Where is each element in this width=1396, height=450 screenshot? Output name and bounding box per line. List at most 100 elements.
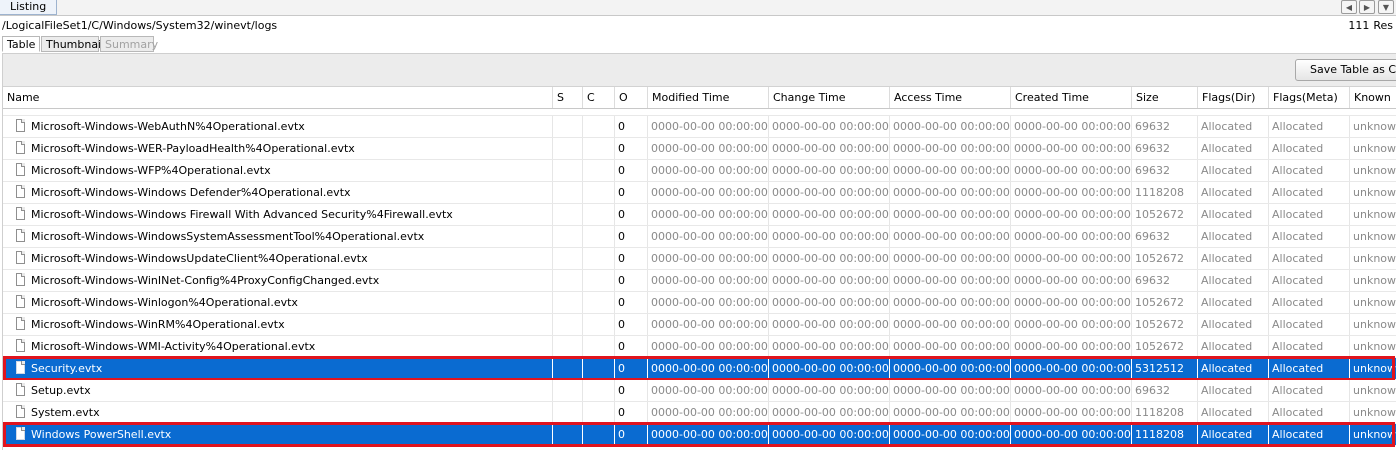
table-row[interactable]: Microsoft-Windows-Winlogon%4Operational.…	[3, 292, 1396, 314]
column-header-flags-dir[interactable]: Flags(Dir)	[1198, 87, 1269, 108]
cell-access-time: 0000-00-00 00:00:00	[890, 336, 1011, 357]
cell-c	[583, 424, 615, 445]
column-header-s[interactable]: S	[553, 87, 583, 108]
cell-known: unknown	[1350, 116, 1396, 137]
cell-flags-meta: Allocated	[1269, 358, 1350, 379]
cell-created-time: 0000-00-00 00:00:00	[1011, 160, 1132, 181]
results-count-number: 111	[1348, 19, 1370, 32]
results-count: 111 Res	[1348, 19, 1393, 32]
column-header-o[interactable]: O	[615, 87, 648, 108]
chevron-left-icon[interactable]: ◀	[1341, 0, 1357, 14]
cell-access-time: 0000-00-00 00:00:00	[890, 292, 1011, 313]
table-row[interactable]: Windows PowerShell.evtx 0 0000-00-00 00:00…	[3, 424, 1396, 446]
cell-c	[583, 138, 615, 159]
cell-known: unknown	[1350, 314, 1396, 335]
cell-created-time: 0000-00-00 00:00:00	[1011, 292, 1132, 313]
column-header-change-time[interactable]: Change Time	[769, 87, 890, 108]
cell-s	[553, 138, 583, 159]
column-header-created-time[interactable]: Created Time	[1011, 87, 1132, 108]
table-body[interactable]: Microsoft-Windows-WebAuthN%4Operational.…	[3, 109, 1396, 450]
save-table-csv-button[interactable]: Save Table as CSV	[1295, 59, 1396, 81]
cell-flags-dir: Allocated	[1198, 270, 1269, 291]
file-icon	[16, 339, 25, 352]
column-header-c[interactable]: C	[583, 87, 615, 108]
cell-size: 1052672	[1132, 314, 1198, 335]
cell-access-time: 0000-00-00 00:00:00	[890, 160, 1011, 181]
column-header-modified-time[interactable]: Modified Time	[648, 87, 769, 108]
listing-tab[interactable]: Listing	[0, 0, 58, 15]
cell-known: unknown	[1350, 248, 1396, 269]
tab-table[interactable]: Table	[2, 36, 40, 52]
cell-s	[553, 292, 583, 313]
cell-c	[583, 292, 615, 313]
cell-name: Setup.evtx	[3, 380, 553, 401]
cell-flags-dir: Allocated	[1198, 138, 1269, 159]
cell-o: 0	[615, 204, 648, 225]
table-row[interactable]: System.evtx 0 0000-00-00 00:00:00 0000-00-0…	[3, 402, 1396, 424]
file-icon	[16, 141, 25, 154]
cell-created-time: 0000-00-00 00:00:00	[1011, 248, 1132, 269]
cell-s	[553, 380, 583, 401]
cell-o: 0	[615, 424, 648, 445]
column-header-access-time[interactable]: Access Time	[890, 87, 1011, 108]
table-row[interactable]: Security.evtx 0 0000-00-00 00:00:00 0000-00…	[3, 358, 1396, 380]
cell-access-time: 0000-00-00 00:00:00	[890, 314, 1011, 335]
cell-modified-time: 0000-00-00 00:00:00	[648, 424, 769, 445]
cell-access-time: 0000-00-00 00:00:00	[890, 358, 1011, 379]
cell-known: unknown	[1350, 336, 1396, 357]
cell-change-time: 0000-00-00 00:00:00	[769, 204, 890, 225]
table-row-partial	[3, 109, 1396, 116]
cell-s	[553, 116, 583, 137]
cell-size: 69632	[1132, 116, 1198, 137]
column-header-flags-meta[interactable]: Flags(Meta)	[1269, 87, 1350, 108]
table-row[interactable]: Microsoft-Windows-Windows Defender%4Oper…	[3, 182, 1396, 204]
cell-known: unknown	[1350, 380, 1396, 401]
cell-s	[553, 248, 583, 269]
column-header-name[interactable]: Name	[3, 87, 553, 108]
cell-change-time: 0000-00-00 00:00:00	[769, 160, 890, 181]
file-icon	[16, 317, 25, 330]
chevron-right-icon[interactable]: ▶	[1359, 0, 1375, 14]
cell-flags-meta: Allocated	[1269, 292, 1350, 313]
cell-modified-time: 0000-00-00 00:00:00	[648, 358, 769, 379]
table-row[interactable]: Microsoft-Windows-Windows Firewall With …	[3, 204, 1396, 226]
cell-access-time: 0000-00-00 00:00:00	[890, 182, 1011, 203]
table-row[interactable]: Microsoft-Windows-WMI-Activity%4Operatio…	[3, 336, 1396, 358]
table-row[interactable]: Microsoft-Windows-WindowsSystemAssessmen…	[3, 226, 1396, 248]
cell-change-time: 0000-00-00 00:00:00	[769, 270, 890, 291]
table-row[interactable]: Microsoft-Windows-WindowsUpdateClient%4O…	[3, 248, 1396, 270]
path-breadcrumb: /LogicalFileSet1/C/Windows/System32/wine…	[2, 19, 278, 32]
table-row[interactable]: Setup.evtx 0 0000-00-00 00:00:00 0000-00-00…	[3, 380, 1396, 402]
cell-size: 1052672	[1132, 204, 1198, 225]
cell-access-time: 0000-00-00 00:00:00	[890, 270, 1011, 291]
table-row[interactable]: Microsoft-Windows-WinINet-Config%4ProxyC…	[3, 270, 1396, 292]
cell-size: 69632	[1132, 226, 1198, 247]
tab-thumbnail[interactable]: Thumbnail	[41, 36, 104, 52]
table-panel: Save Table as CSV NameSCOModified TimeCh…	[2, 53, 1396, 450]
table-row[interactable]: Microsoft-Windows-WinRM%4Operational.evt…	[3, 314, 1396, 336]
cell-name: Microsoft-Windows-WinRM%4Operational.evt…	[3, 314, 553, 335]
cell-access-time: 0000-00-00 00:00:00	[890, 402, 1011, 423]
cell-known: unknown	[1350, 226, 1396, 247]
cell-size: 1118208	[1132, 424, 1198, 445]
cell-modified-time: 0000-00-00 00:00:00	[648, 160, 769, 181]
cell-c	[583, 402, 615, 423]
dropdown-icon[interactable]: ▼	[1378, 0, 1394, 14]
cell-size: 1052672	[1132, 292, 1198, 313]
column-header-size[interactable]: Size	[1132, 87, 1198, 108]
table-row[interactable]: Microsoft-Windows-WebAuthN%4Operational.…	[3, 116, 1396, 138]
file-icon	[16, 273, 25, 286]
cell-change-time: 0000-00-00 00:00:00	[769, 336, 890, 357]
cell-name: Microsoft-Windows-Winlogon%4Operational.…	[3, 292, 553, 313]
cell-change-time: 0000-00-00 00:00:00	[769, 292, 890, 313]
cell-created-time: 0000-00-00 00:00:00	[1011, 182, 1132, 203]
cell-created-time: 0000-00-00 00:00:00	[1011, 270, 1132, 291]
table-row[interactable]: Microsoft-Windows-WFP%4Operational.evtx 0…	[3, 160, 1396, 182]
cell-o: 0	[615, 226, 648, 247]
cell-modified-time: 0000-00-00 00:00:00	[648, 380, 769, 401]
table-row[interactable]: Microsoft-Windows-WER-PayloadHealth%4Ope…	[3, 138, 1396, 160]
cell-flags-meta: Allocated	[1269, 138, 1350, 159]
cell-o: 0	[615, 358, 648, 379]
cell-modified-time: 0000-00-00 00:00:00	[648, 204, 769, 225]
column-header-known[interactable]: Known	[1350, 87, 1396, 108]
